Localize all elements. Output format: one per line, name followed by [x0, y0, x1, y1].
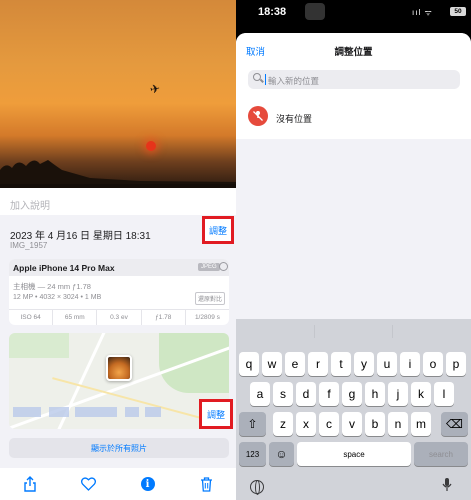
- key-t[interactable]: t: [331, 352, 351, 376]
- space-key[interactable]: space: [297, 442, 411, 466]
- suggestion-slot[interactable]: [393, 325, 471, 338]
- info-glyph: i: [140, 477, 155, 491]
- adjust-location-button[interactable]: 調整: [199, 399, 233, 429]
- shift-key[interactable]: ⇧: [239, 412, 266, 436]
- blurred-address: [13, 407, 41, 417]
- status-time: 18:38: [258, 6, 287, 18]
- blurred-address: [125, 407, 139, 417]
- key-d[interactable]: d: [296, 382, 316, 406]
- exif-exposure-bias: 0.3 ev: [97, 310, 142, 325]
- key-m[interactable]: m: [411, 412, 431, 436]
- status-bar: 18:38 ııl ᯤ 50: [236, 0, 471, 26]
- map-park-area: [9, 333, 69, 358]
- location-map[interactable]: [9, 333, 229, 429]
- key-c[interactable]: c: [319, 412, 339, 436]
- exif-focal-length: 65 mm: [53, 310, 98, 325]
- key-q[interactable]: q: [239, 352, 259, 376]
- key-j[interactable]: j: [388, 382, 408, 406]
- airplane-silhouette: ✈: [148, 81, 162, 97]
- search-key[interactable]: search: [414, 442, 468, 466]
- tree-silhouette: [0, 160, 236, 188]
- no-location-icon[interactable]: [248, 106, 268, 126]
- keyboard: q w e r t y u i o p a s d f g h j k l ⇧ …: [236, 319, 471, 500]
- key-l[interactable]: l: [434, 382, 454, 406]
- exif-iso: ISO 64: [9, 310, 54, 325]
- key-r[interactable]: r: [308, 352, 328, 376]
- photo-date: 2023 年 4 月16 日 星期日 18:31: [10, 231, 151, 242]
- key-p[interactable]: p: [446, 352, 466, 376]
- exif-shutter: 1/2809 s: [194, 314, 220, 321]
- search-icon: [253, 73, 261, 81]
- key-e[interactable]: e: [285, 352, 305, 376]
- location-search-input[interactable]: 輸入新的位置: [248, 70, 460, 89]
- key-x[interactable]: x: [296, 412, 316, 436]
- suggestion-slot[interactable]: [315, 325, 394, 338]
- adjust-date-button[interactable]: 調整: [202, 216, 234, 244]
- key-v[interactable]: v: [342, 412, 362, 436]
- globe-icon[interactable]: [250, 480, 264, 495]
- key-w[interactable]: w: [262, 352, 282, 376]
- caption-input[interactable]: 加入說明: [10, 197, 50, 212]
- map-park-area: [159, 333, 229, 393]
- share-icon[interactable]: [20, 474, 40, 494]
- blurred-address: [145, 407, 161, 417]
- blurred-address: [49, 407, 69, 417]
- key-u[interactable]: u: [377, 352, 397, 376]
- bottom-toolbar: i: [0, 468, 236, 500]
- search-placeholder: 輸入新的位置: [268, 76, 320, 86]
- key-b[interactable]: b: [365, 412, 385, 436]
- device-name: Apple iPhone 14 Pro Max: [13, 263, 115, 273]
- lens-info: 主相機 — 24 mm ƒ1.78: [13, 282, 91, 291]
- text-cursor: [265, 74, 266, 85]
- exif-row: ISO 64 65 mm 0.3 ev ƒ1.78 1/2809 s: [9, 309, 229, 325]
- battery-icon: 50: [450, 7, 466, 16]
- live-photo-icon: [219, 262, 228, 271]
- blurred-address: [75, 407, 117, 417]
- sunset-photo[interactable]: ✈: [0, 0, 236, 188]
- signal-wifi-icons: ııl ᯤ: [412, 8, 433, 17]
- device-card: Apple iPhone 14 Pro Max JPEG 主相機 — 24 mm…: [9, 259, 229, 325]
- suggestion-slot[interactable]: [236, 325, 315, 338]
- key-k[interactable]: k: [411, 382, 431, 406]
- format-badge: JPEG: [198, 263, 220, 271]
- adjust-location-sheet: 調整位置 取消 輸入新的位置 沒有位置 q w e r t y u i o p …: [236, 33, 471, 500]
- info-icon[interactable]: i: [138, 474, 158, 494]
- key-a[interactable]: a: [250, 382, 270, 406]
- key-n[interactable]: n: [388, 412, 408, 436]
- suggestion-bar: [236, 319, 471, 344]
- trash-icon[interactable]: [197, 474, 217, 494]
- key-z[interactable]: z: [273, 412, 293, 436]
- photo-info-panel: ✈ 加入說明 2023 年 4 月16 日 星期日 18:31 IMG_1957…: [0, 0, 236, 500]
- key-f[interactable]: f: [319, 382, 339, 406]
- portrait-badge[interactable]: 還原對比: [195, 292, 226, 305]
- show-in-all-photos-button[interactable]: 顯示於所有照片: [9, 438, 229, 458]
- key-y[interactable]: y: [354, 352, 374, 376]
- adjust-location-screen: 18:38 ııl ᯤ 50 調整位置 取消 輸入新的位置 沒有位置 q w e: [236, 0, 471, 500]
- exif-aperture: ƒ1.78: [142, 310, 186, 325]
- dynamic-island: [305, 3, 325, 20]
- key-s[interactable]: s: [273, 382, 293, 406]
- sheet-title: 調整位置: [334, 47, 373, 58]
- key-i[interactable]: i: [400, 352, 420, 376]
- no-location-option[interactable]: 沒有位置: [276, 112, 312, 125]
- image-specs: 12 MP • 4032 × 3024 • 1 MB: [13, 294, 102, 301]
- key-o[interactable]: o: [423, 352, 443, 376]
- photo-filename: IMG_1957: [10, 241, 48, 250]
- key-h[interactable]: h: [365, 382, 385, 406]
- numbers-key[interactable]: 123: [239, 442, 266, 466]
- key-g[interactable]: g: [342, 382, 362, 406]
- map-photo-pin[interactable]: [106, 355, 132, 381]
- microphone-icon[interactable]: [442, 477, 452, 495]
- heart-icon[interactable]: [79, 474, 99, 494]
- cancel-button[interactable]: 取消: [246, 44, 265, 58]
- emoji-key[interactable]: ☺: [269, 442, 294, 466]
- delete-key[interactable]: ⌫: [441, 412, 468, 436]
